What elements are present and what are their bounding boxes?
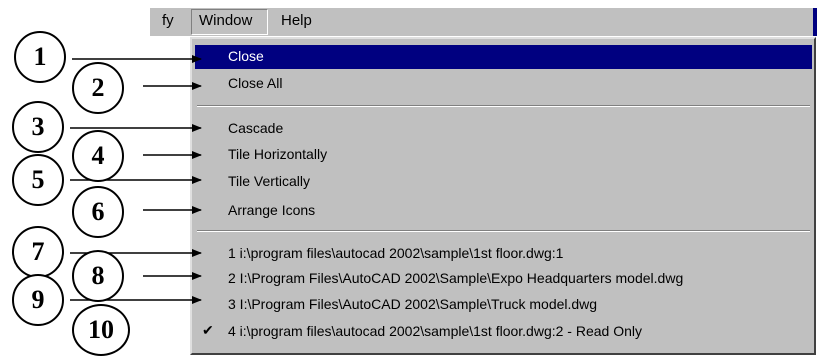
callout-4: 4 <box>72 130 124 182</box>
callout-2: 2 <box>72 62 124 114</box>
callout-1: 1 <box>14 31 66 83</box>
callout-5: 5 <box>12 154 64 206</box>
callout-6: 6 <box>72 186 124 238</box>
callout-9: 9 <box>12 274 64 326</box>
screenshot-stage: fy Window Help Close Close All Cascade T… <box>0 0 824 360</box>
callout-arrows <box>70 55 202 304</box>
callout-7: 7 <box>12 226 64 278</box>
callout-3: 3 <box>12 101 64 153</box>
callout-8: 8 <box>72 250 124 302</box>
callout-10: 10 <box>72 304 130 356</box>
